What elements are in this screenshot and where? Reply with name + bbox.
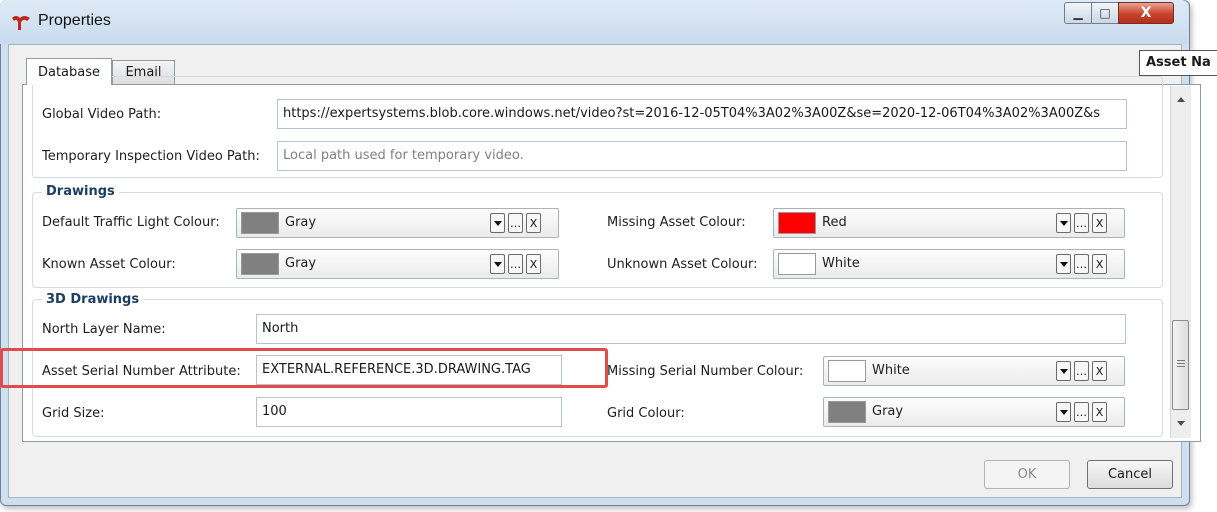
window-title: Properties <box>38 12 111 29</box>
color-swatch <box>828 401 866 423</box>
drawings-group-title: Drawings <box>42 184 119 199</box>
color-name: Gray <box>872 404 904 419</box>
color-name: Red <box>822 215 847 230</box>
clear-color-button[interactable]: X <box>526 254 541 274</box>
scroll-down-arrow-icon[interactable] <box>1177 421 1185 426</box>
default-traffic-light-label: Default Traffic Light Colour: <box>42 215 220 230</box>
color-swatch <box>778 253 816 275</box>
dropdown-button[interactable] <box>1056 213 1071 233</box>
chevron-down-icon <box>1059 409 1068 415</box>
missing-asset-label: Missing Asset Colour: <box>607 215 746 230</box>
dropdown-button[interactable] <box>1056 254 1071 274</box>
north-layer-label: North Layer Name: <box>42 322 166 337</box>
clear-color-button[interactable]: X <box>1092 402 1107 422</box>
browse-color-button[interactable]: … <box>1074 213 1089 233</box>
ok-button[interactable]: OK <box>984 460 1070 489</box>
default-traffic-light-picker[interactable]: Gray … X <box>236 208 559 238</box>
grid-size-input[interactable]: 100 <box>256 397 562 427</box>
browse-color-button[interactable]: … <box>508 254 523 274</box>
chevron-down-icon <box>493 220 502 226</box>
browse-color-button[interactable]: … <box>1074 402 1089 422</box>
maximize-icon: □ <box>1099 6 1111 20</box>
chevron-down-icon <box>493 261 502 267</box>
color-name: Gray <box>285 215 317 230</box>
highlight-annotation <box>0 348 608 388</box>
dropdown-button[interactable] <box>490 254 505 274</box>
browse-color-button[interactable]: … <box>1074 254 1089 274</box>
unknown-asset-picker[interactable]: White … X <box>773 249 1125 279</box>
clear-color-button[interactable]: X <box>1092 254 1107 274</box>
title-bar[interactable] <box>0 0 1188 44</box>
missing-serial-colour-picker[interactable]: White … X <box>823 356 1125 386</box>
global-video-path-label: Global Video Path: <box>42 107 162 122</box>
clear-color-button[interactable]: X <box>1092 213 1107 233</box>
grid-size-label: Grid Size: <box>42 406 105 421</box>
dropdown-button[interactable] <box>1056 402 1071 422</box>
tooltip: Asset Na <box>1139 50 1217 76</box>
unknown-asset-label: Unknown Asset Colour: <box>607 257 758 272</box>
minimize-icon: ▁ <box>1073 6 1083 20</box>
app-logo-icon <box>12 16 30 30</box>
grid-colour-picker[interactable]: Gray … X <box>823 397 1125 427</box>
temp-video-path-label: Temporary Inspection Video Path: <box>42 149 260 164</box>
temp-video-path-input[interactable]: Local path used for temporary video. <box>277 141 1127 171</box>
known-asset-label: Known Asset Colour: <box>42 257 176 272</box>
chevron-down-icon <box>1059 261 1068 267</box>
tab-database[interactable]: Database <box>26 58 112 85</box>
close-icon: X <box>1140 5 1152 21</box>
grid-colour-label: Grid Colour: <box>607 406 685 421</box>
color-swatch <box>778 212 816 234</box>
north-layer-input[interactable]: North <box>256 314 1126 344</box>
color-swatch <box>241 212 279 234</box>
clear-color-button[interactable]: X <box>1092 361 1107 381</box>
drawings-3d-group-title: 3D Drawings <box>42 292 144 307</box>
maximize-button[interactable]: □ <box>1091 2 1119 24</box>
missing-serial-colour-label: Missing Serial Number Colour: <box>607 364 804 379</box>
color-swatch <box>828 360 866 382</box>
close-button[interactable]: X <box>1118 2 1174 24</box>
browse-color-button[interactable]: … <box>508 213 523 233</box>
scrollbar-grip-icon <box>1177 360 1185 367</box>
chevron-down-icon <box>1059 220 1068 226</box>
color-name: White <box>822 256 860 271</box>
clear-color-button[interactable]: X <box>526 213 541 233</box>
color-name: Gray <box>285 256 317 271</box>
chevron-down-icon <box>1059 368 1068 374</box>
minimize-button[interactable]: ▁ <box>1064 2 1092 24</box>
dropdown-button[interactable] <box>490 213 505 233</box>
global-video-path-input[interactable]: https://expertsystems.blob.core.windows.… <box>277 99 1127 129</box>
browse-color-button[interactable]: … <box>1074 361 1089 381</box>
color-swatch <box>241 253 279 275</box>
known-asset-picker[interactable]: Gray … X <box>236 249 559 279</box>
cancel-button[interactable]: Cancel <box>1087 460 1173 489</box>
dropdown-button[interactable] <box>1056 361 1071 381</box>
color-name: White <box>872 363 910 378</box>
missing-asset-picker[interactable]: Red … X <box>773 208 1125 238</box>
scroll-up-arrow-icon[interactable] <box>1177 97 1185 102</box>
